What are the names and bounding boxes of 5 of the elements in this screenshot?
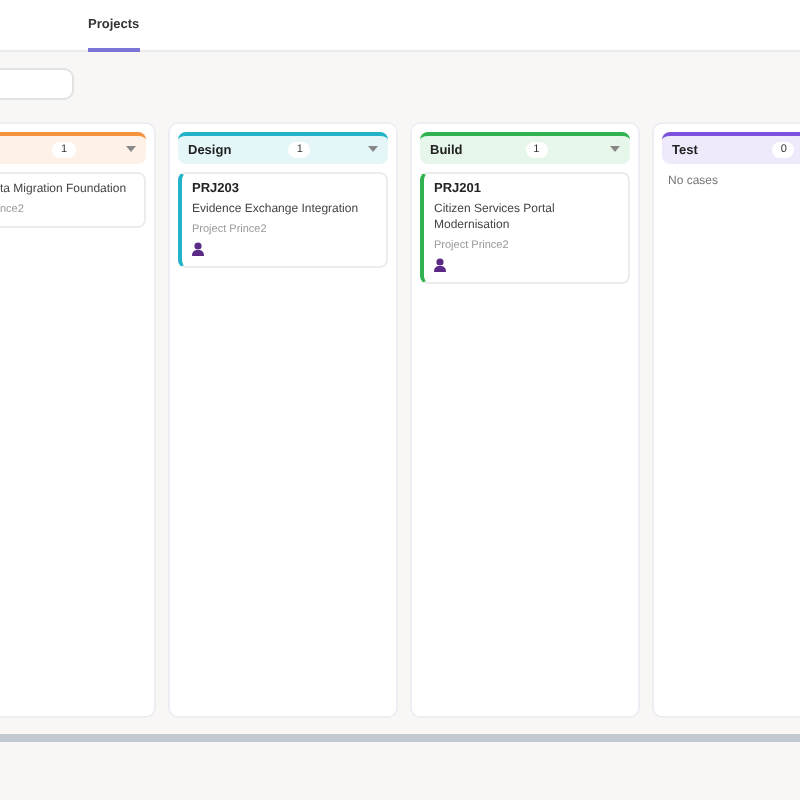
caret-icon[interactable] bbox=[610, 146, 620, 154]
search-field[interactable] bbox=[0, 68, 74, 100]
caret-icon[interactable] bbox=[368, 146, 379, 154]
caret-icon[interactable] bbox=[126, 146, 136, 154]
scrollbar[interactable] bbox=[0, 734, 800, 742]
